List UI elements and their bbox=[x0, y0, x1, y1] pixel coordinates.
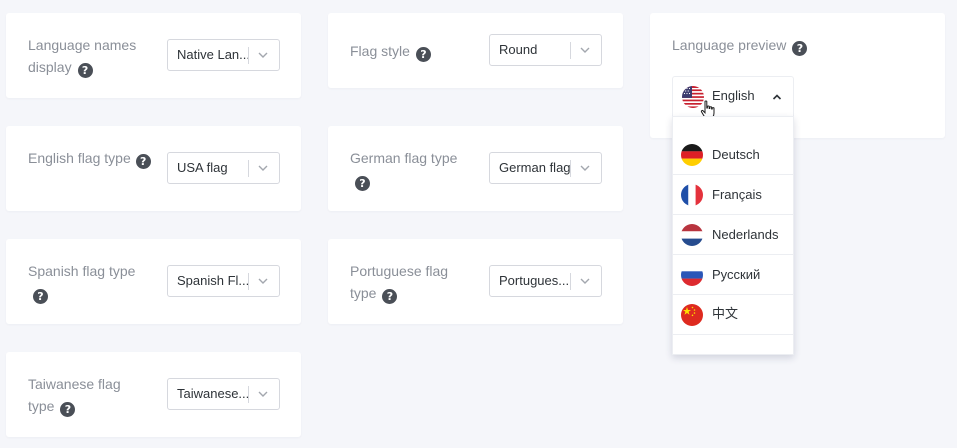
portuguese-flag-type-card: Portuguese flag type? Portugues... bbox=[328, 239, 623, 324]
select-value: Taiwanese... bbox=[177, 386, 249, 401]
chevron-down-icon bbox=[580, 47, 590, 53]
language-option-label: 中文 bbox=[712, 307, 739, 322]
english-flag-type-select[interactable]: USA flag bbox=[167, 152, 280, 184]
german-flag-type-label: German flag type? bbox=[350, 150, 458, 191]
language-names-display-select[interactable]: Native Lan... bbox=[167, 39, 280, 71]
help-icon[interactable]: ? bbox=[135, 154, 151, 169]
netherlands-flag-icon bbox=[681, 224, 703, 246]
language-option-label: Français bbox=[712, 187, 762, 202]
german-flag-type-select[interactable]: German flag bbox=[489, 152, 602, 184]
help-icon[interactable]: ? bbox=[415, 47, 431, 62]
language-option-label: Deutsch bbox=[712, 147, 760, 162]
help-icon[interactable]: ? bbox=[355, 176, 370, 191]
select-value: Spanish Fl... bbox=[177, 273, 249, 288]
chevron-down-icon bbox=[258, 278, 268, 284]
chevron-down-icon bbox=[258, 165, 268, 171]
chevron-down-icon bbox=[580, 165, 590, 171]
spanish-flag-type-label: Spanish flag type? bbox=[28, 263, 136, 304]
taiwanese-flag-type-label: Taiwanese flag type? bbox=[28, 376, 121, 417]
language-switcher-button[interactable]: English bbox=[672, 76, 794, 119]
portuguese-flag-type-select[interactable]: Portugues... bbox=[489, 265, 602, 297]
english-flag-type-label: English flag type? bbox=[28, 147, 153, 169]
select-divider bbox=[570, 160, 571, 177]
france-flag-icon bbox=[681, 184, 703, 206]
select-value: German flag bbox=[499, 160, 571, 175]
settings-page: Language names display? Native Lan... Fl… bbox=[0, 0, 957, 448]
select-value: Portugues... bbox=[499, 273, 570, 288]
chevron-down-icon bbox=[258, 391, 268, 397]
germany-flag-icon bbox=[681, 144, 703, 166]
language-preview-label: Language preview? bbox=[672, 34, 808, 56]
taiwanese-flag-type-select[interactable]: Taiwanese... bbox=[167, 378, 280, 410]
english-flag-type-card: English flag type? USA flag bbox=[6, 126, 301, 211]
flag-style-label: Flag style? bbox=[350, 40, 431, 62]
help-icon[interactable]: ? bbox=[382, 289, 398, 304]
chevron-down-icon bbox=[258, 52, 268, 58]
german-flag-type-card: German flag type? German flag bbox=[328, 126, 623, 211]
language-names-display-label: Language names display? bbox=[28, 37, 137, 78]
china-flag-icon bbox=[681, 304, 703, 326]
language-option-chinese[interactable]: 中文 bbox=[673, 295, 793, 335]
language-option-label: Русский bbox=[712, 267, 761, 282]
chevron-down-icon bbox=[580, 278, 590, 284]
help-icon[interactable]: ? bbox=[792, 41, 808, 56]
select-divider bbox=[570, 273, 571, 290]
language-option-nederlands[interactable]: Nederlands bbox=[673, 215, 793, 255]
language-option-deutsch[interactable]: Deutsch bbox=[673, 135, 793, 175]
select-value: Native Lan... bbox=[177, 47, 249, 62]
chevron-up-icon bbox=[772, 94, 782, 100]
language-dropdown-list: Deutsch Français Nederlands Русский 中文 bbox=[672, 116, 794, 355]
russia-flag-icon bbox=[681, 264, 703, 286]
flag-style-select[interactable]: Round bbox=[489, 34, 602, 66]
help-icon[interactable]: ? bbox=[77, 63, 93, 78]
portuguese-flag-type-label: Portuguese flag type? bbox=[350, 263, 449, 304]
language-option-francais[interactable]: Français bbox=[673, 175, 793, 215]
taiwanese-flag-type-card: Taiwanese flag type? Taiwanese... bbox=[6, 352, 301, 437]
language-names-display-card: Language names display? Native Lan... bbox=[6, 13, 301, 98]
help-icon[interactable]: ? bbox=[33, 289, 48, 304]
select-value: Round bbox=[499, 42, 538, 57]
select-divider bbox=[248, 160, 249, 177]
select-divider bbox=[248, 47, 249, 64]
select-divider bbox=[248, 273, 249, 290]
language-switcher-current: English bbox=[712, 88, 755, 103]
spanish-flag-type-card: Spanish flag type? Spanish Fl... bbox=[6, 239, 301, 324]
spanish-flag-type-select[interactable]: Spanish Fl... bbox=[167, 265, 280, 297]
language-option-label: Nederlands bbox=[712, 227, 779, 242]
help-icon[interactable]: ? bbox=[60, 402, 76, 417]
select-value: USA flag bbox=[177, 160, 228, 175]
select-divider bbox=[570, 42, 571, 59]
select-divider bbox=[248, 386, 249, 403]
flag-style-card: Flag style? Round bbox=[328, 13, 623, 88]
language-option-russian[interactable]: Русский bbox=[673, 255, 793, 295]
